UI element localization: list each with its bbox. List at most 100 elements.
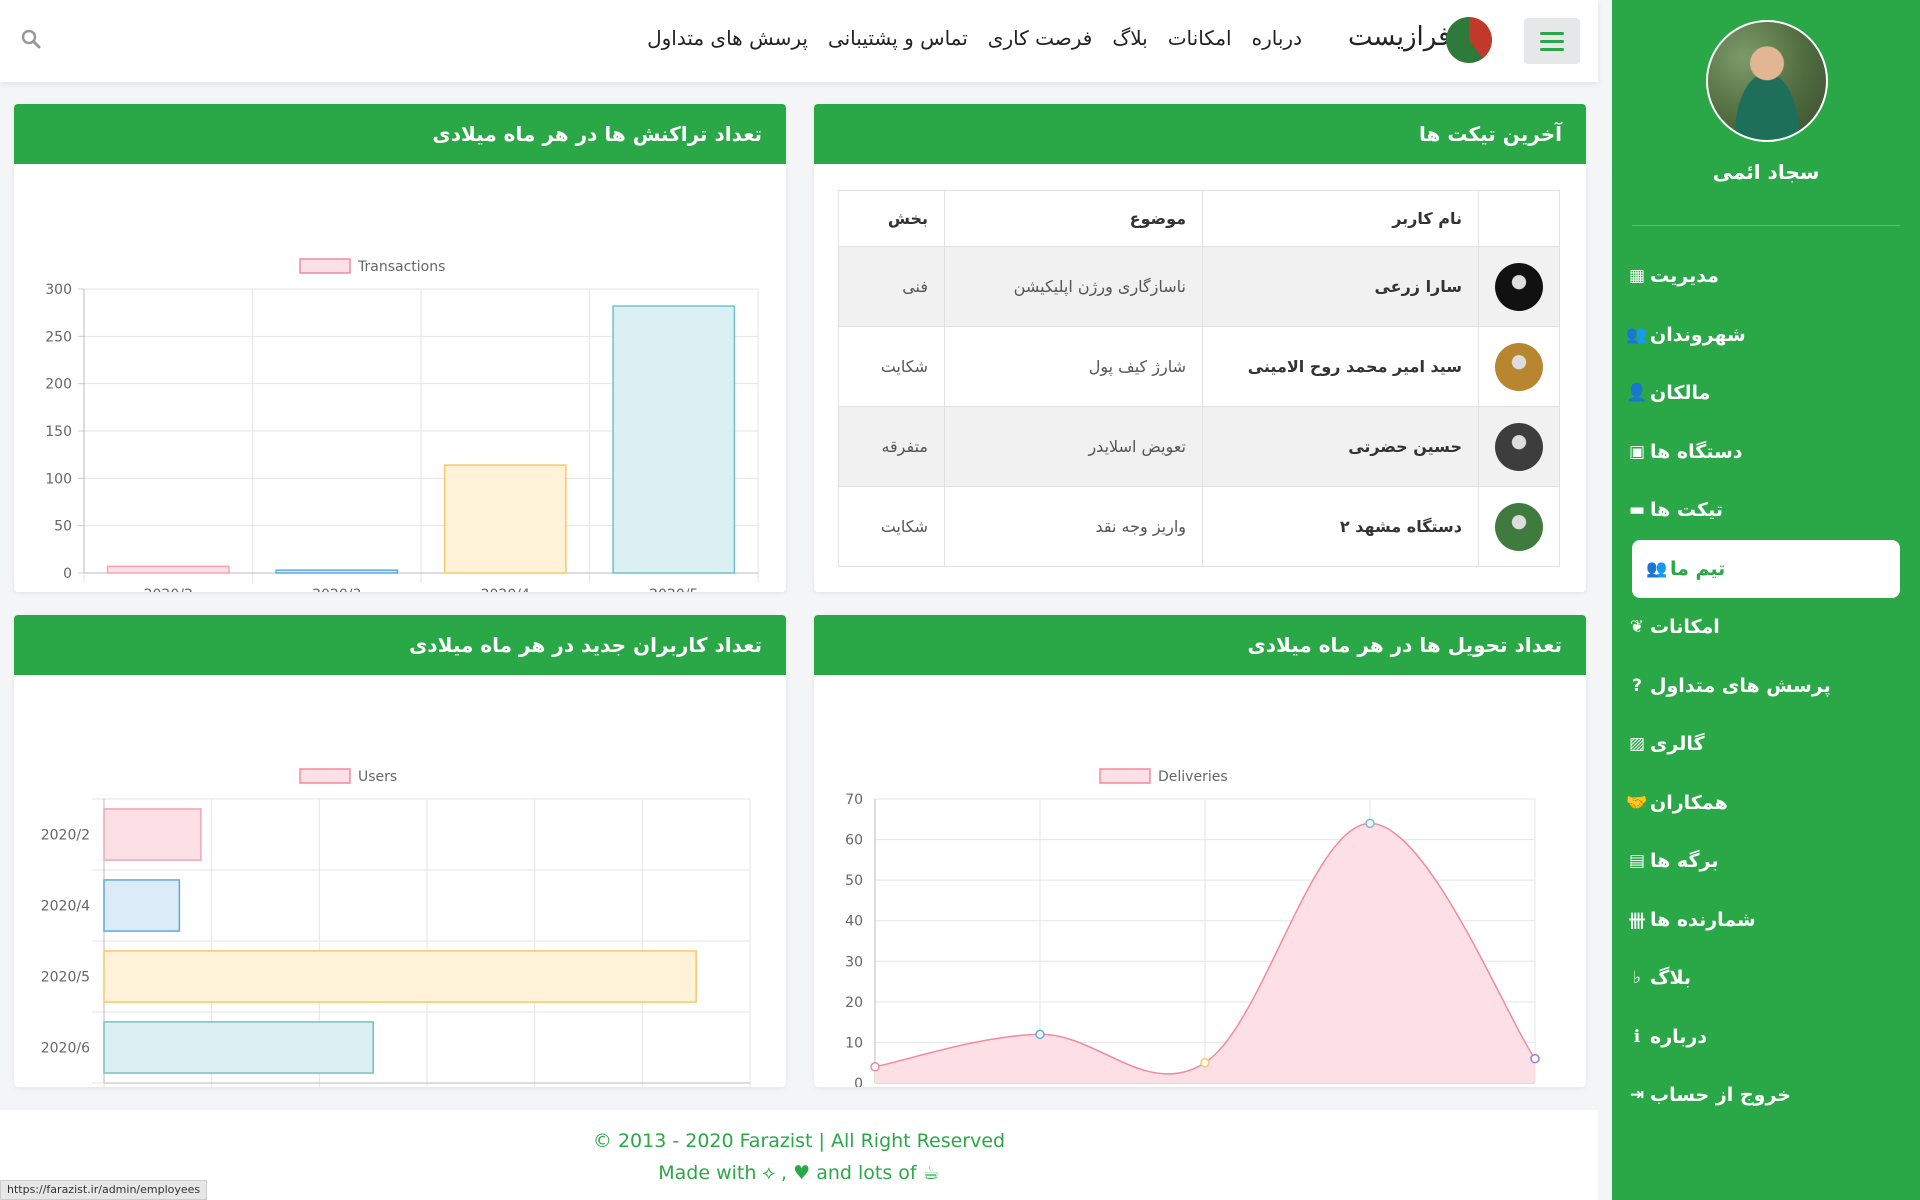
- y-tick-label: 30: [845, 954, 863, 970]
- sidebar-divider: [1632, 225, 1900, 226]
- deliveries-chart-card: تعداد تحویل ها در هر ماه میلادی Deliveri…: [814, 615, 1586, 1087]
- cell-subject: ناسازگاری ورژن اپلیکیشن: [944, 246, 1203, 327]
- legend-swatch: [299, 258, 351, 274]
- column-header-section: بخش: [838, 190, 945, 247]
- bar: [443, 464, 567, 574]
- x-tick-label: 2020/4: [481, 587, 530, 592]
- sidebar-item[interactable]: ▦ مدیریت: [1612, 247, 1920, 306]
- brand-logo[interactable]: [1446, 17, 1492, 63]
- sidebar-item-label: شهروندان: [1650, 323, 1746, 346]
- sidebar-item[interactable]: 🤝 همکاران: [1612, 774, 1920, 833]
- sidebar-item[interactable]: ▤ برگه ها: [1612, 832, 1920, 891]
- sidebar-item-label: خروج از حساب: [1650, 1084, 1791, 1107]
- sidebar-item-label: شمارنده ها: [1650, 908, 1756, 931]
- y-tick-label: 60: [845, 833, 863, 849]
- logout-icon: ⇥: [1629, 1085, 1645, 1106]
- table-row[interactable]: سارا زرعی ناسازگاری ورژن اپلیکیشن فنی: [838, 246, 1560, 327]
- y-tick-label: 2020/4: [41, 899, 90, 915]
- coffee-icon: ☕: [922, 1162, 940, 1184]
- sidebar-item-label: درباره: [1650, 1025, 1708, 1048]
- nav-link[interactable]: امکانات: [1168, 26, 1232, 50]
- dashboard-icon: ▦: [1628, 266, 1646, 287]
- table-row[interactable]: سید امیر محمد روح الامینی شارژ کیف پول شکا…: [838, 326, 1560, 407]
- cell-section: شکایت: [838, 486, 945, 567]
- laravel-icon: ⟡: [762, 1162, 776, 1184]
- cell-subject: شارژ کیف پول: [944, 326, 1203, 407]
- y-tick-label: 50: [54, 519, 72, 535]
- and-lots-of-text: and lots of: [816, 1162, 917, 1184]
- users-chart-card: تعداد کاربران جدید در هر ماه میلادی User…: [14, 615, 786, 1087]
- y-tick-label: 300: [45, 282, 72, 298]
- avatar-cell: [1478, 406, 1560, 487]
- bar: [106, 565, 230, 574]
- info-icon: ℹ: [1633, 1026, 1641, 1047]
- y-tick-label: 10: [845, 1035, 863, 1051]
- profile-name: سجاد ائمی: [1712, 160, 1820, 184]
- search-icon[interactable]: [20, 28, 42, 50]
- footer: © 2013 - 2020 Farazist | All Right Reser…: [0, 1110, 1598, 1200]
- sidebar-item[interactable]: ❦ امکانات: [1612, 598, 1920, 657]
- nav-link[interactable]: فرصت کاری: [988, 26, 1093, 50]
- sidebar-item-label: تیکت ها: [1650, 499, 1723, 522]
- nav-link[interactable]: تماس و پشتیبانی: [828, 26, 968, 50]
- data-point: [1365, 818, 1375, 829]
- image-icon: ▨: [1628, 734, 1646, 755]
- avatar-cell: [1478, 486, 1560, 567]
- top-header: درباره امکانات بلاگ فرصت کاری تماس و پشتیبان…: [0, 0, 1598, 82]
- y-tick-label: 250: [45, 329, 72, 345]
- sidebar-item[interactable]: ♭ بلاگ: [1612, 949, 1920, 1008]
- nav-link[interactable]: بلاگ: [1112, 26, 1147, 50]
- column-header-user: نام کاربر: [1202, 190, 1479, 247]
- sidebar-item-label: مالکان: [1650, 382, 1711, 405]
- sidebar: سجاد ائمی ▦ مدیریت 👥 شهروندان 👤 مالکان ▣ دستگاه…: [1612, 0, 1920, 1200]
- team-icon: 👥: [1646, 558, 1668, 579]
- bar: [103, 1021, 374, 1074]
- cell-user-name: سارا زرعی: [1202, 246, 1479, 327]
- legend-label: Transactions: [357, 259, 445, 275]
- heart-icon: ♥: [793, 1162, 811, 1184]
- handshake-icon: 🤝: [1626, 792, 1648, 813]
- legend-swatch: [299, 768, 351, 784]
- user-icon: 👤: [1626, 383, 1648, 404]
- made-with-text: Made with: [658, 1162, 757, 1184]
- menu-toggle-button[interactable]: [1524, 18, 1580, 64]
- sidebar-item[interactable]: ▣ دستگاه ها: [1612, 423, 1920, 482]
- y-tick-label: 70: [845, 792, 863, 808]
- nav-link[interactable]: پرسش های متداول: [647, 26, 808, 50]
- sidebar-item[interactable]: 👥 شهروندان: [1612, 306, 1920, 365]
- sidebar-item[interactable]: 卌 شمارنده ها: [1612, 891, 1920, 950]
- footer-made-with: Made with ⟡ , ♥ and lots of ☕: [658, 1162, 940, 1184]
- y-tick-label: 200: [45, 377, 72, 393]
- sidebar-item[interactable]: ▨ گالری: [1612, 715, 1920, 774]
- x-tick-label: 2020/3: [312, 587, 361, 592]
- card-title: تعداد تحویل ها در هر ماه میلادی: [814, 615, 1586, 675]
- brand-name[interactable]: فرازیست: [1348, 22, 1451, 52]
- footer-copyright: © 2013 - 2020 Farazist | All Right Reser…: [592, 1130, 1006, 1152]
- transactions-chart-card: تعداد تراکنش ها در هر ماه میلادی Transac…: [14, 104, 786, 592]
- bar: [612, 305, 736, 574]
- bar: [103, 808, 202, 861]
- legend-label: Users: [358, 769, 397, 785]
- table-row[interactable]: حسین حضرتی تعویض اسلایدر متفرقه: [838, 406, 1560, 487]
- cell-user-name: حسین حضرتی: [1202, 406, 1479, 487]
- transactions-chart: Transactions 0 50 100 150 200 250 300 2020/2 2020…: [45, 258, 759, 592]
- sidebar-item-label: برگه ها: [1650, 850, 1719, 873]
- sidebar-item[interactable]: ℹ درباره: [1612, 1008, 1920, 1067]
- nav-link[interactable]: درباره: [1252, 26, 1302, 50]
- sidebar-item[interactable]: ? پرسش های متداول: [1612, 657, 1920, 716]
- sidebar-item[interactable]: ⇥ خروج از حساب: [1612, 1066, 1920, 1125]
- sidebar-item-label: بلاگ: [1650, 967, 1692, 990]
- y-tick-label: 150: [45, 424, 72, 440]
- sidebar-item[interactable]: 👥 تیم ما: [1632, 539, 1900, 598]
- legend-swatch: [1099, 768, 1151, 784]
- sidebar-item[interactable]: ▬ تیکت ها: [1612, 481, 1920, 540]
- user-avatar: [1495, 262, 1543, 311]
- profile-avatar[interactable]: [1706, 20, 1828, 142]
- sidebar-item-label: امکانات: [1650, 616, 1720, 639]
- data-point: [1530, 1053, 1540, 1064]
- sidebar-item[interactable]: 👤 مالکان: [1612, 364, 1920, 423]
- table-row[interactable]: دستگاه مشهد ۲ واریز وجه نقد شکایت: [838, 486, 1560, 567]
- leaf-icon: ❦: [1629, 617, 1645, 638]
- card-title: آخرین تیکت ها: [814, 104, 1586, 164]
- column-header-subject: موضوع: [944, 190, 1203, 247]
